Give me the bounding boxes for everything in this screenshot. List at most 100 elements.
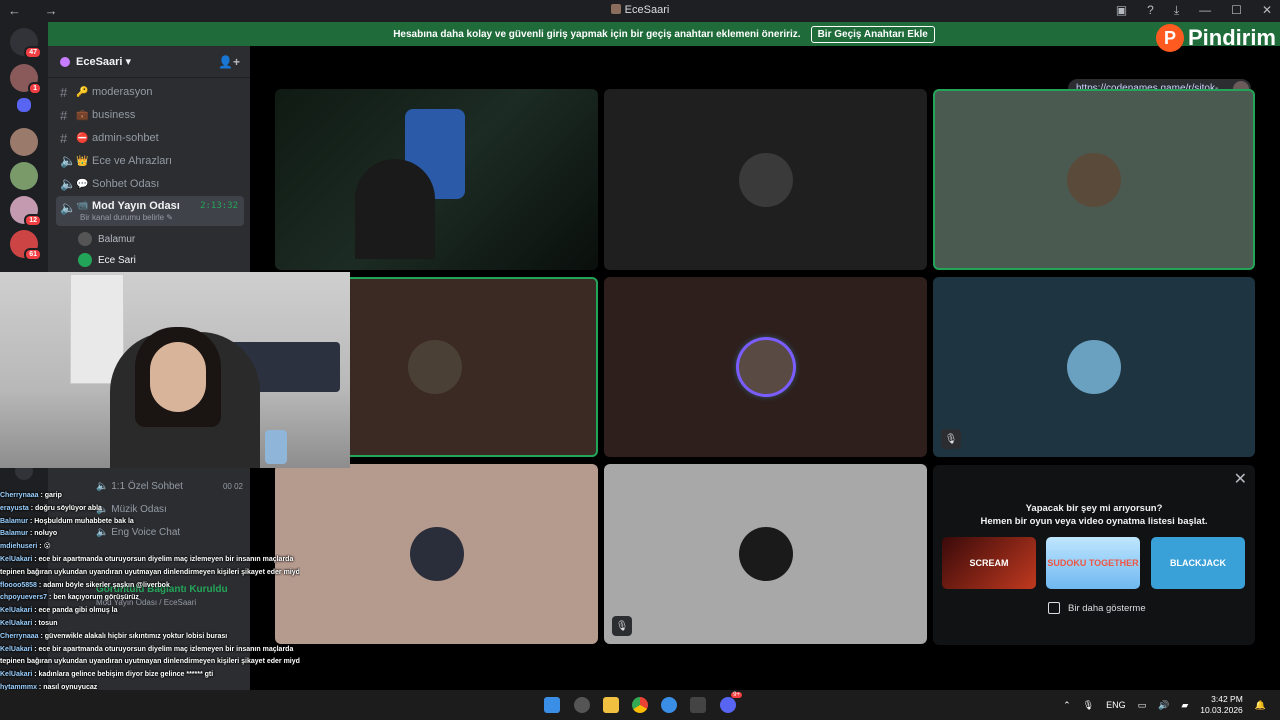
close-button[interactable]: ✕ — [1262, 3, 1272, 18]
channel-business[interactable]: # 💼 business — [56, 104, 244, 126]
add-member-icon[interactable]: 👤+ — [218, 55, 240, 69]
video-tile[interactable] — [604, 277, 927, 457]
notification-icon[interactable]: 🔔 — [1255, 700, 1266, 711]
muted-mic-icon: 🎙 — [941, 429, 961, 449]
server-icon[interactable] — [10, 128, 38, 156]
chat-message: Balamur : Hoşbuldum muhabbete bak la — [0, 516, 300, 529]
guild-name: EceSaari ▾ — [76, 56, 132, 68]
video-tile-speaking[interactable] — [933, 89, 1255, 270]
channel-moderasyon[interactable]: # 🔑 moderasyon — [56, 81, 244, 103]
chat-message: KelUakari : kadınlara gelince bebişim di… — [0, 669, 300, 682]
checkbox-box[interactable] — [1048, 602, 1060, 614]
chat-message: KelUakari : ece bir apartmanda oturuyors… — [0, 644, 300, 657]
channel-label: Sohbet Odası — [92, 178, 160, 190]
dont-show-again-checkbox[interactable]: Bir daha gösterme — [1048, 602, 1146, 614]
video-tile[interactable] — [275, 464, 598, 644]
chat-text: doğru söylüyor abla — [35, 504, 102, 512]
video-tile-camera[interactable] — [275, 89, 598, 270]
channel-status[interactable]: Bir kanal durumu belirle ✎ — [80, 213, 173, 222]
chat-text: ece bir apartmanda oturuyorsun diyelim m… — [38, 645, 294, 653]
maximize-button[interactable]: ☐ — [1231, 3, 1242, 18]
streamer-webcam-overlay — [0, 272, 350, 468]
video-tile-speaking[interactable] — [350, 277, 598, 457]
folder-icon[interactable] — [17, 98, 31, 112]
download-icon[interactable]: ⤓ — [1174, 3, 1179, 18]
guild-icon — [60, 56, 70, 67]
banner-text: Hesabına daha kolay ve güvenli giriş yap… — [393, 28, 801, 40]
window-title-text: EceSaari — [624, 4, 670, 16]
activity-card-sudoku[interactable]: SUDOKU TOGETHER — [1046, 537, 1140, 589]
avatar — [78, 253, 92, 267]
clock[interactable]: 3:42 PM 10.03.2026 — [1200, 694, 1243, 716]
screen-share-icon[interactable]: ▣ — [1116, 3, 1127, 18]
voice-user[interactable]: Ece Sari — [78, 251, 136, 269]
channel-mod-yayin-odasi[interactable]: 🔈 📹 Mod Yayın Odası 2:13:32 Bir kanal dur… — [56, 196, 244, 226]
channel-label: Ece ve Ahrazları — [92, 155, 173, 167]
server-icon[interactable]: 61 — [10, 230, 42, 261]
microphone-icon[interactable]: 🎙 — [1083, 700, 1094, 711]
app-icon[interactable] — [574, 697, 590, 713]
channel-emoji: 💬 — [76, 178, 89, 190]
chrome-icon[interactable] — [632, 697, 648, 713]
chat-text: ece panda gibi olmuş la — [38, 607, 118, 615]
volume-icon[interactable]: 🔊 — [1158, 700, 1169, 711]
chat-text: garip — [44, 492, 62, 499]
video-tile[interactable]: 🎙 — [933, 277, 1255, 457]
chat-username: Cherrynaaa — [0, 632, 39, 640]
chat-message: Cherrynaaa : garip — [0, 490, 300, 503]
battery-icon[interactable]: ▰ — [1181, 700, 1188, 711]
chat-username: chpoyuevers7 — [0, 594, 48, 602]
language-indicator[interactable]: ENG — [1106, 700, 1126, 710]
pindirim-logo: P Pindirim — [1155, 24, 1276, 52]
add-passkey-button[interactable]: Bir Geçiş Anahtarı Ekle — [810, 25, 935, 43]
channel-admin-sohbet[interactable]: # ⛔ admin-sohbet — [56, 127, 244, 149]
title-bar: ← → EceSaari ▣ ? ⤓ — ☐ ✕ — [0, 0, 1280, 22]
activity-card-scream[interactable]: SCREAM — [942, 537, 1036, 589]
help-icon[interactable]: ? — [1147, 3, 1154, 18]
activity-suggestions: ✕ Yapacak bir şey mi arıyorsun? Hemen bi… — [933, 465, 1255, 645]
server-icon[interactable]: 12 — [10, 196, 42, 227]
avatar — [78, 232, 92, 246]
server-icon[interactable]: 1 — [10, 64, 42, 95]
activity-subtitle: Hemen bir oyun veya video oynatma listes… — [980, 516, 1208, 527]
activity-card-blackjack[interactable]: BLACKJACK — [1151, 537, 1245, 589]
guild-avatar-icon — [610, 4, 621, 14]
face-shape — [150, 342, 206, 412]
chat-text: kadınlara gelince bebişim diyor bize gel… — [38, 671, 214, 679]
chat-text: 😮 — [43, 543, 51, 551]
direct-messages-icon[interactable]: 47 — [10, 28, 42, 59]
chat-username: Balamur — [0, 517, 29, 525]
file-explorer-icon[interactable] — [603, 697, 619, 713]
discord-icon[interactable]: 9+ — [720, 692, 742, 713]
chat-message: Cherrynaaa : güvenwikle alakalı hiçbir s… — [0, 631, 300, 644]
chat-text: ece bir apartmanda oturuyorsun diyelim m… — [38, 555, 294, 563]
chat-message: KelUakari : tosun — [0, 618, 300, 631]
chat-text: güvenwikle alakalı hiçbir sıkıntımız yok… — [44, 632, 228, 640]
chat-username: KelUakari — [0, 619, 33, 627]
chat-message: tepinen bağıran uykundan uyandıran uyutm… — [0, 656, 300, 669]
voice-user[interactable]: Balamur — [78, 230, 135, 248]
close-icon[interactable]: ✕ — [1234, 469, 1247, 489]
server-badge: 1 — [28, 82, 42, 95]
activity-title: Yapacak bir şey mi arıyorsun? — [1025, 503, 1163, 514]
chat-message: KelUakari : ece panda gibi olmuş la — [0, 605, 300, 618]
chat-message: tepinen bağıran uykundan uyandıran uyutm… — [0, 567, 300, 580]
guild-header[interactable]: EceSaari ▾ 👤+ — [48, 46, 250, 78]
logo-text: Pindirim — [1187, 25, 1276, 50]
minimize-button[interactable]: — — [1199, 3, 1211, 18]
dm-badge: 47 — [24, 46, 42, 59]
video-tile[interactable] — [604, 89, 927, 270]
chat-text: Hoşbuldum muhabbete bak la — [34, 517, 134, 525]
start-icon[interactable] — [544, 697, 560, 713]
person-shape — [355, 159, 435, 259]
server-icon[interactable] — [10, 162, 38, 190]
channel-sohbet-odasi[interactable]: 🔈 💬 Sohbet Odası — [56, 173, 244, 195]
chevron-up-icon[interactable]: ⌃ — [1063, 700, 1071, 711]
channel-ece-ve-ahrazlari[interactable]: 🔈 👑 Ece ve Ahrazları — [56, 150, 244, 172]
app-icon[interactable] — [690, 697, 706, 713]
app-icon[interactable] — [661, 697, 677, 713]
avatar — [738, 340, 793, 394]
network-icon[interactable]: ▭ — [1138, 700, 1147, 711]
video-tile[interactable]: 🎙 — [604, 464, 927, 644]
chat-text: noluyo — [34, 530, 58, 538]
